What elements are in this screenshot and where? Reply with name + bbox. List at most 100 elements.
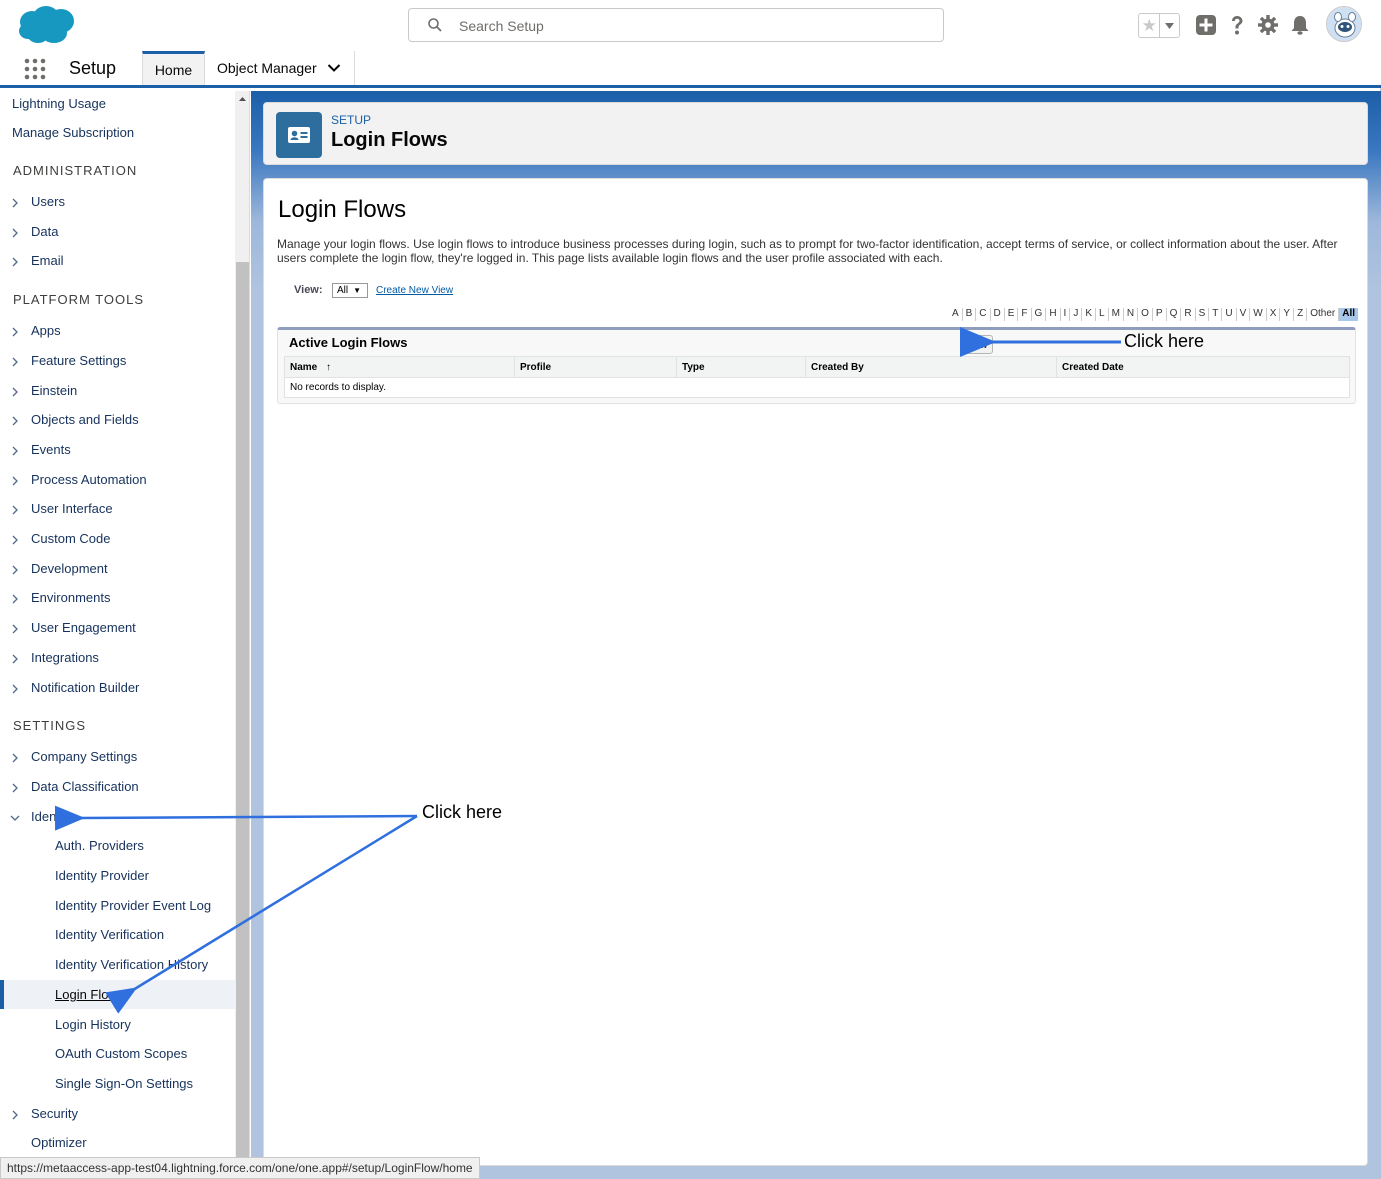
sidebar-item-security[interactable]: Security <box>31 1106 78 1121</box>
new-login-flow-button[interactable]: New <box>963 335 993 354</box>
alpha-filter-letter[interactable]: L <box>1096 308 1109 321</box>
chevron-right-icon[interactable] <box>10 446 20 456</box>
alpha-filter-letter[interactable]: R <box>1181 308 1196 321</box>
chevron-down-icon[interactable] <box>327 63 341 73</box>
tab-home[interactable]: Home <box>142 51 205 85</box>
sidebar-item-apps[interactable]: Apps <box>31 323 61 338</box>
chevron-right-icon[interactable] <box>10 476 20 486</box>
sidebar-item-user-interface[interactable]: User Interface <box>31 501 113 516</box>
sidebar-item-auth-providers[interactable]: Auth. Providers <box>55 838 144 853</box>
chevron-right-icon[interactable] <box>10 327 20 337</box>
alpha-filter-letter[interactable]: G <box>1032 308 1047 321</box>
tab-object-manager[interactable]: Object Manager <box>206 51 355 85</box>
chevron-right-icon[interactable] <box>10 594 20 604</box>
sidebar-item-process-automation[interactable]: Process Automation <box>31 472 147 487</box>
column-header-created-by[interactable]: Created By <box>806 357 1057 378</box>
sidebar-item-single-sign-on-settings[interactable]: Single Sign-On Settings <box>55 1076 193 1091</box>
alpha-filter-letter[interactable]: J <box>1070 308 1083 321</box>
alpha-filter-letter[interactable]: S <box>1196 308 1210 321</box>
sidebar-item-oauth-custom-scopes[interactable]: OAuth Custom Scopes <box>55 1046 187 1061</box>
salesforce-logo[interactable] <box>16 5 76 45</box>
alpha-filter-letter[interactable]: O <box>1138 308 1153 321</box>
alpha-filter-letter[interactable]: Z <box>1294 308 1308 321</box>
sidebar-item-integrations[interactable]: Integrations <box>31 650 99 665</box>
alpha-filter-letter[interactable]: E <box>1005 308 1019 321</box>
chevron-right-icon[interactable] <box>10 198 20 208</box>
favorites-dropdown-icon[interactable] <box>1160 14 1179 37</box>
chevron-right-icon[interactable] <box>10 624 20 634</box>
sidebar-item-development[interactable]: Development <box>31 561 108 576</box>
alpha-filter-letter[interactable]: P <box>1153 308 1167 321</box>
sidebar-item-notification-builder[interactable]: Notification Builder <box>31 680 139 695</box>
sidebar-item-einstein[interactable]: Einstein <box>31 383 77 398</box>
sidebar-item-identity[interactable]: Identity <box>31 809 73 824</box>
alpha-filter-letter[interactable]: X <box>1267 308 1281 321</box>
sidebar-scrollbar-thumb[interactable] <box>236 262 249 1157</box>
sidebar-item-identity-verification-history[interactable]: Identity Verification History <box>55 957 208 972</box>
view-select[interactable]: All ▼ <box>332 283 368 298</box>
sidebar-item-user-engagement[interactable]: User Engagement <box>31 620 136 635</box>
scroll-up-arrow-icon[interactable] <box>236 93 249 105</box>
chevron-right-icon[interactable] <box>10 783 20 793</box>
sidebar-item-identity-provider[interactable]: Identity Provider <box>55 868 149 883</box>
alpha-filter-letter[interactable]: F <box>1018 308 1032 321</box>
alpha-filter-letter[interactable]: C <box>976 308 991 321</box>
alpha-filter-letter[interactable]: U <box>1222 308 1237 321</box>
sidebar-item-feature-settings[interactable]: Feature Settings <box>31 353 126 368</box>
sidebar-item-events[interactable]: Events <box>31 442 71 457</box>
user-avatar[interactable] <box>1326 6 1362 42</box>
chevron-right-icon[interactable] <box>10 228 20 238</box>
chevron-right-icon[interactable] <box>10 535 20 545</box>
chevron-right-icon[interactable] <box>10 416 20 426</box>
favorite-star-icon[interactable]: ★ <box>1139 14 1161 37</box>
sidebar-item-company-settings[interactable]: Company Settings <box>31 749 137 764</box>
chevron-right-icon[interactable] <box>10 505 20 515</box>
column-header-name[interactable]: Name ↑ <box>285 357 515 378</box>
chevron-right-icon[interactable] <box>10 387 20 397</box>
alpha-filter-letter[interactable]: M <box>1109 308 1124 321</box>
alpha-filter-letter[interactable]: Q <box>1167 308 1182 321</box>
setup-gear-icon[interactable] <box>1257 14 1279 36</box>
alpha-filter-letter[interactable]: D <box>991 308 1005 321</box>
sidebar-item-email[interactable]: Email <box>31 253 64 268</box>
chevron-right-icon[interactable] <box>10 257 20 267</box>
alpha-filter-letter[interactable]: T <box>1209 308 1223 321</box>
chevron-right-icon[interactable] <box>10 654 20 664</box>
sidebar-item-identity-provider-event-log[interactable]: Identity Provider Event Log <box>55 898 211 913</box>
sidebar-item-lightning-usage[interactable]: Lightning Usage <box>12 96 106 111</box>
chevron-right-icon[interactable] <box>10 684 20 694</box>
alpha-filter-other[interactable]: Other <box>1307 308 1340 321</box>
sidebar-item-data[interactable]: Data <box>31 224 58 239</box>
alpha-filter-letter[interactable]: Y <box>1280 308 1295 321</box>
sidebar-item-custom-code[interactable]: Custom Code <box>31 531 110 546</box>
help-icon[interactable] <box>1226 14 1248 36</box>
notifications-bell-icon[interactable] <box>1289 14 1311 36</box>
alpha-filter-letter[interactable]: I <box>1061 308 1071 321</box>
sidebar-item-data-classification[interactable]: Data Classification <box>31 779 139 794</box>
sidebar-item-login-flows[interactable]: Login Flows <box>55 987 124 1002</box>
sidebar-item-manage-subscription[interactable]: Manage Subscription <box>12 125 134 140</box>
chevron-right-icon[interactable] <box>10 565 20 575</box>
sidebar-item-objects-and-fields[interactable]: Objects and Fields <box>31 412 139 427</box>
search-box[interactable] <box>408 8 944 42</box>
chevron-right-icon[interactable] <box>10 1110 20 1120</box>
chevron-down-icon[interactable] <box>10 813 20 823</box>
app-launcher-icon[interactable] <box>24 58 46 80</box>
sidebar-item-login-history[interactable]: Login History <box>55 1017 131 1032</box>
alpha-filter-letter[interactable]: H <box>1046 308 1061 321</box>
alpha-filter-letter[interactable]: A <box>949 308 963 321</box>
chevron-right-icon[interactable] <box>10 357 20 367</box>
alpha-filter-all[interactable]: All <box>1339 308 1358 321</box>
column-header-created-date[interactable]: Created Date <box>1057 357 1349 378</box>
alpha-filter-letter[interactable]: W <box>1250 308 1267 321</box>
create-new-view-link[interactable]: Create New View <box>376 285 453 296</box>
column-header-type[interactable]: Type <box>677 357 806 378</box>
chevron-right-icon[interactable] <box>10 753 20 763</box>
sidebar-item-identity-verification[interactable]: Identity Verification <box>55 927 164 942</box>
alpha-filter-letter[interactable]: K <box>1082 308 1096 321</box>
alpha-filter-letter[interactable]: B <box>963 308 977 321</box>
search-input[interactable] <box>459 15 929 37</box>
global-add-icon[interactable] <box>1195 14 1217 36</box>
sidebar-item-optimizer[interactable]: Optimizer <box>31 1135 87 1150</box>
sidebar-item-users[interactable]: Users <box>31 194 65 209</box>
